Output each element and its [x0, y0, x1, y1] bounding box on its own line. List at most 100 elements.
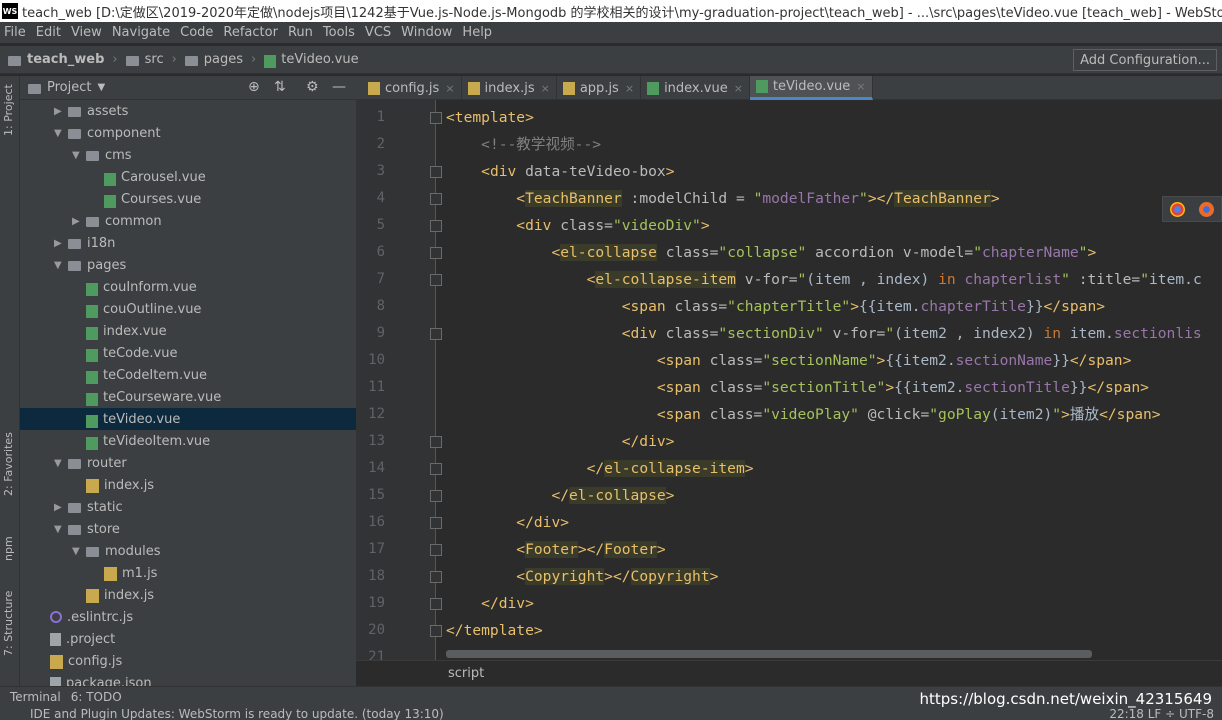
code-line[interactable]: <TeachBanner :modelChild = "modelFather"… — [446, 185, 1000, 212]
fold-marker-icon[interactable] — [430, 220, 442, 232]
code-line[interactable]: <div class="videoDiv"> — [446, 212, 709, 239]
editor-tab[interactable]: index.vue × — [641, 76, 750, 100]
collapsed-arrow-icon[interactable]: ▶ — [54, 106, 68, 117]
tree-item[interactable]: teCode.vue — [20, 342, 356, 364]
tree-item[interactable]: index.js — [20, 474, 356, 496]
expanded-arrow-icon[interactable]: ▼ — [72, 546, 86, 557]
tree-item[interactable]: ▼ cms — [20, 144, 356, 166]
tree-item[interactable]: couInform.vue — [20, 276, 356, 298]
expanded-arrow-icon[interactable]: ▼ — [72, 150, 86, 161]
tree-item[interactable]: ▼ store — [20, 518, 356, 540]
tree-item[interactable]: index.js — [20, 584, 356, 606]
fold-marker-icon[interactable] — [430, 166, 442, 178]
hide-panel-icon[interactable]: — — [332, 79, 346, 95]
breadcrumb-src[interactable]: src › — [125, 52, 177, 67]
fold-marker-icon[interactable] — [430, 112, 442, 124]
fold-marker-icon[interactable] — [430, 193, 442, 205]
code-line[interactable]: </div> — [446, 428, 675, 455]
tree-item[interactable]: package.json — [20, 672, 356, 686]
tree-item[interactable]: config.js — [20, 650, 356, 672]
tree-item[interactable]: ▶ i18n — [20, 232, 356, 254]
code-line[interactable]: </div> — [446, 590, 534, 617]
terminal-tool-tab[interactable]: Terminal — [10, 690, 61, 704]
tree-item[interactable]: ▶ common — [20, 210, 356, 232]
fold-marker-icon[interactable] — [430, 571, 442, 583]
tree-item[interactable]: Courses.vue — [20, 188, 356, 210]
code-line[interactable]: <el-collapse-item v-for="(item , index) … — [446, 266, 1202, 293]
menu-item-refactor[interactable]: Refactor — [219, 25, 284, 40]
firefox-icon[interactable] — [1199, 201, 1214, 217]
close-tab-icon[interactable]: × — [625, 82, 634, 95]
collapsed-arrow-icon[interactable]: ▶ — [54, 238, 68, 249]
fold-marker-icon[interactable] — [430, 598, 442, 610]
fold-marker-icon[interactable] — [430, 544, 442, 556]
tree-item[interactable]: couOutline.vue — [20, 298, 356, 320]
tree-item[interactable]: teCourseware.vue — [20, 386, 356, 408]
editor-tab[interactable]: index.js × — [462, 76, 557, 100]
fold-marker-icon[interactable] — [430, 517, 442, 529]
breadcrumb-pages[interactable]: pages › — [184, 52, 256, 67]
locate-icon[interactable]: ⊕ — [248, 79, 260, 95]
tree-item[interactable]: Carousel.vue — [20, 166, 356, 188]
menu-item-file[interactable]: File — [0, 25, 32, 40]
expanded-arrow-icon[interactable]: ▼ — [54, 458, 68, 469]
menu-item-help[interactable]: Help — [458, 25, 498, 40]
tree-item[interactable]: .project — [20, 628, 356, 650]
close-tab-icon[interactable]: × — [856, 80, 865, 93]
tree-item[interactable]: ▼ modules — [20, 540, 356, 562]
fold-marker-icon[interactable] — [430, 625, 442, 637]
chrome-icon[interactable] — [1170, 201, 1185, 217]
project-tool-tab[interactable]: 1: Project — [2, 84, 15, 136]
menu-item-view[interactable]: View — [67, 25, 108, 40]
tree-item[interactable]: teVideoItem.vue — [20, 430, 356, 452]
editor-tab[interactable]: app.js × — [557, 76, 642, 100]
close-tab-icon[interactable]: × — [734, 82, 743, 95]
expanded-arrow-icon[interactable]: ▼ — [54, 524, 68, 535]
editor-horizontal-scrollbar[interactable] — [446, 650, 1092, 658]
breadcrumb-file[interactable]: teVideo.vue — [264, 52, 359, 68]
code-line[interactable]: </el-collapse-item> — [446, 455, 754, 482]
fold-marker-icon[interactable] — [430, 247, 442, 259]
close-tab-icon[interactable]: × — [445, 82, 454, 95]
tree-item[interactable]: ▶ static — [20, 496, 356, 518]
code-line[interactable]: <template> — [446, 104, 534, 131]
menu-item-vcs[interactable]: VCS — [361, 25, 397, 40]
tree-item[interactable]: ▼ component — [20, 122, 356, 144]
favorites-tool-tab[interactable]: 2: Favorites — [2, 432, 15, 496]
menu-item-edit[interactable]: Edit — [32, 25, 67, 40]
dropdown-arrow-icon[interactable]: ▼ — [97, 82, 105, 93]
breadcrumb-project[interactable]: teach_web › — [8, 52, 118, 67]
fold-marker-icon[interactable] — [430, 274, 442, 286]
code-line[interactable]: <!--教学视频--> — [446, 131, 601, 158]
code-line[interactable]: <div class="sectionDiv" v-for="(item2 , … — [446, 320, 1202, 347]
todo-tool-tab[interactable]: 6: TODO — [71, 690, 122, 704]
menu-item-run[interactable]: Run — [284, 25, 319, 40]
tree-item[interactable]: teVideo.vue — [20, 408, 356, 430]
collapse-all-icon[interactable]: ⇅ — [274, 79, 286, 95]
editor-breadcrumb[interactable]: script — [356, 660, 1222, 686]
fold-marker-icon[interactable] — [430, 490, 442, 502]
menu-item-window[interactable]: Window — [397, 25, 458, 40]
code-line[interactable]: <el-collapse class="collapse" accordion … — [446, 239, 1096, 266]
menu-item-code[interactable]: Code — [176, 25, 219, 40]
code-area[interactable]: <template> <!--教学视频--> <div data-teVideo… — [446, 100, 1222, 660]
structure-tool-tab[interactable]: 7: Structure — [2, 591, 15, 656]
fold-marker-icon[interactable] — [430, 328, 442, 340]
tree-item[interactable]: ▼ pages — [20, 254, 356, 276]
tree-item[interactable]: m1.js — [20, 562, 356, 584]
code-line[interactable]: <span class="sectionTitle">{{item2.secti… — [446, 374, 1149, 401]
editor-tab[interactable]: teVideo.vue × — [749, 76, 873, 100]
menu-item-tools[interactable]: Tools — [319, 25, 361, 40]
code-line[interactable]: </el-collapse> — [446, 482, 674, 509]
code-line[interactable]: </div> — [446, 509, 569, 536]
settings-gear-icon[interactable]: ⚙ — [306, 79, 319, 95]
tree-item[interactable]: ▼ router — [20, 452, 356, 474]
collapsed-arrow-icon[interactable]: ▶ — [54, 502, 68, 513]
code-line[interactable]: <div data-teVideo-box> — [446, 158, 674, 185]
code-line[interactable]: <span class="chapterTitle">{{item.chapte… — [446, 293, 1105, 320]
fold-marker-icon[interactable] — [430, 463, 442, 475]
status-right-info[interactable]: 22:18 LF ÷ UTF-8 — [1109, 706, 1214, 720]
tree-item[interactable]: index.vue — [20, 320, 356, 342]
collapsed-arrow-icon[interactable]: ▶ — [72, 216, 86, 227]
code-line[interactable]: <Copyright></Copyright> — [446, 563, 718, 590]
